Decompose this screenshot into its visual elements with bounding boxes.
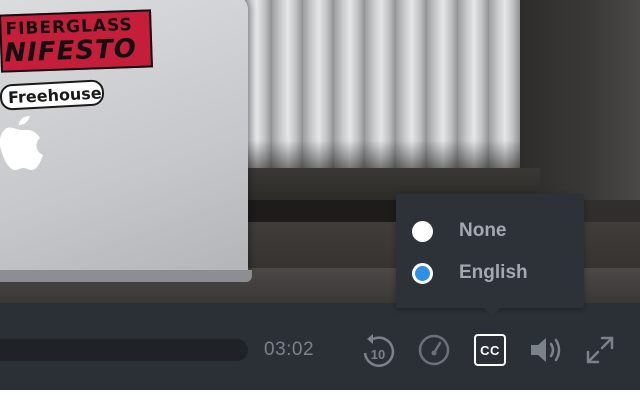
closed-captions-icon: CC (474, 334, 506, 366)
time-display: 03:02 (264, 339, 315, 360)
laptop-base (0, 270, 252, 282)
caption-option-english[interactable]: English (412, 257, 572, 289)
sticker-text-line2: NIFESTO (3, 33, 138, 69)
rewind-10-icon: 10 (363, 334, 395, 367)
fullscreen-button[interactable] (580, 330, 620, 370)
radio-selected-icon (412, 262, 433, 284)
playback-speed-icon (418, 334, 450, 366)
radio-unselected-icon (412, 220, 433, 242)
progress-bar[interactable] (0, 339, 248, 361)
fullscreen-icon (586, 336, 614, 364)
caption-option-label: None (459, 220, 507, 241)
video-player: FIBERGLASS NIFESTO Freehouse 03:02 10 CC… (0, 0, 640, 390)
laptop-sticker-white: Freehouse (0, 79, 105, 111)
captions-menu: None English (396, 194, 584, 316)
laptop-sticker-red: FIBERGLASS NIFESTO (0, 9, 153, 73)
curtain-shadow (210, 140, 520, 170)
closed-captions-button[interactable]: CC (470, 330, 510, 370)
apple-logo-icon (0, 116, 43, 170)
control-bar: 03:02 10 CC (0, 303, 640, 390)
caption-option-label: English (459, 262, 528, 283)
volume-icon (531, 338, 561, 362)
rewind-10-button[interactable]: 10 (358, 330, 398, 370)
playback-speed-button[interactable] (414, 330, 454, 370)
caption-option-none[interactable]: None (412, 215, 572, 247)
volume-button[interactable] (526, 330, 566, 370)
rewind-number: 10 (371, 347, 385, 362)
